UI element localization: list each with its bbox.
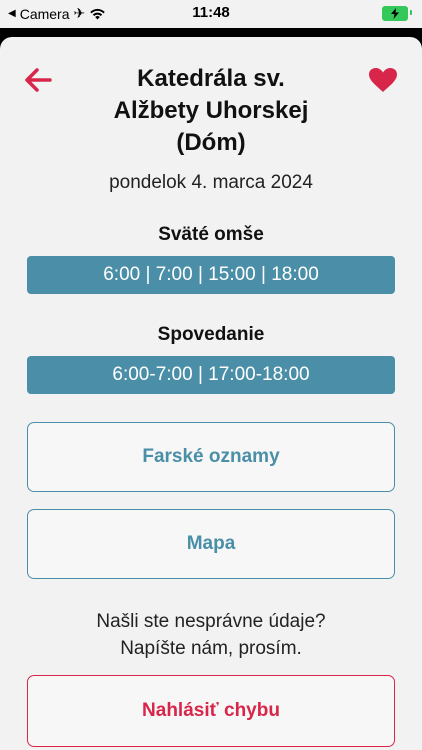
report-error-button[interactable]: Nahlásiť chybu: [27, 675, 395, 747]
favorite-button[interactable]: [368, 67, 398, 93]
battery-tip: [410, 10, 412, 15]
map-button[interactable]: Mapa: [27, 509, 395, 579]
report-prompt-line1: Našli ste nesprávne údaje?: [96, 611, 326, 632]
announcements-button[interactable]: Farské oznamy: [27, 422, 395, 492]
confession-times: 6:00-7:00 | 17:00-18:00: [27, 356, 395, 394]
date-label: pondelok 4. marca 2024: [109, 172, 313, 193]
masses-title: Sväté omše: [158, 224, 264, 245]
detail-sheet: Katedrála sv. Alžbety Uhorskej (Dóm) pon…: [0, 37, 422, 750]
report-prompt-line2: Napíšte nám, prosím.: [120, 638, 302, 659]
battery-charging-icon: [382, 6, 408, 21]
page-title: Katedrála sv. Alžbety Uhorskej (Dóm): [113, 65, 309, 156]
masses-times: 6:00 | 7:00 | 15:00 | 18:00: [27, 256, 395, 294]
status-bar: ◀ Camera ✈ 11:48: [0, 0, 422, 28]
heart-icon: [369, 68, 397, 92]
status-time: 11:48: [192, 4, 230, 21]
back-button[interactable]: [24, 67, 52, 93]
confession-title: Spovedanie: [157, 324, 265, 345]
report-prompt: Našli ste nesprávne údaje? Napíšte nám, …: [0, 608, 422, 662]
arrow-left-icon: [25, 68, 52, 92]
